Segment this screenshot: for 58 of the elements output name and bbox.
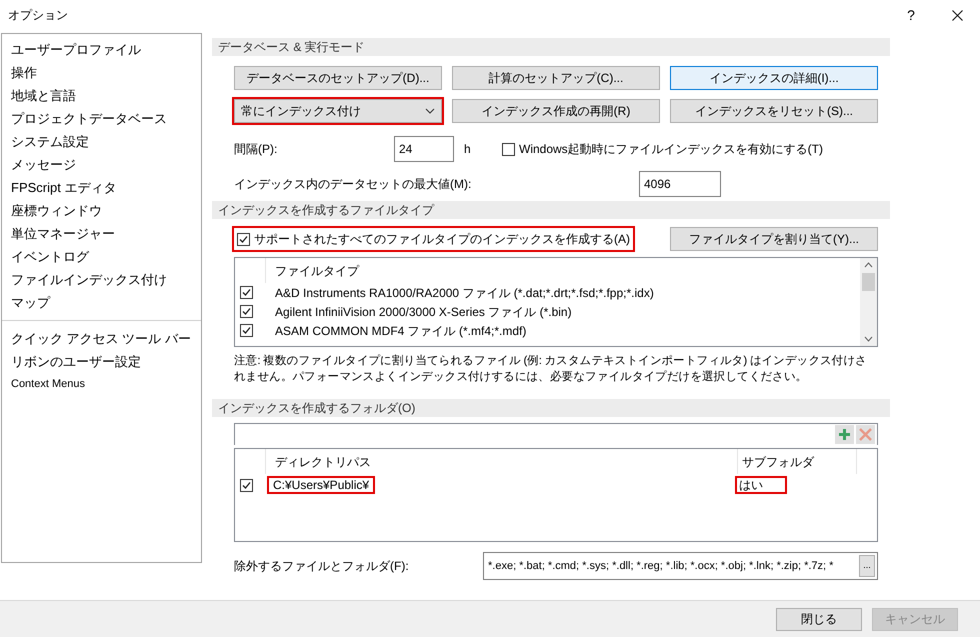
note-text: 注意: 複数のファイルタイプに割り当てられるファイル (例: カスタムテキストインポートフィルタ) はインデックス付けされません。パフォーマンスよくインデックス付けするには、必要なファイルタイプだけを選択してください。: [234, 353, 868, 385]
chevron-up-icon[interactable]: [864, 262, 873, 268]
section-header: インデックスを作成するファイルタイプ: [212, 201, 890, 219]
scrollbar[interactable]: [860, 258, 877, 346]
file-type-name: A&D Instruments RA1000/RA2000 ファイル (*.dat;*.drt;*.fsd;*.fpp;*.idx): [274, 284, 654, 302]
sidebar-item[interactable]: イベントログ: [2, 245, 201, 268]
scrollbar-thumb[interactable]: [862, 273, 875, 291]
sidebar-item[interactable]: Context Menus: [2, 373, 201, 396]
checkbox[interactable]: [240, 286, 253, 299]
interval-label: 間隔(P):: [234, 141, 278, 158]
sidebar-item[interactable]: FPScript エディタ: [2, 176, 201, 199]
button[interactable]: 計算のセットアップ(C)...: [452, 66, 660, 90]
sidebar-item[interactable]: 座標ウィンドウ: [2, 199, 201, 222]
chevron-down-icon[interactable]: [864, 336, 873, 342]
checkbox[interactable]: [237, 232, 250, 246]
column-header: サブフォルダ: [737, 449, 857, 474]
checkbox[interactable]: [240, 478, 253, 492]
column-header: ファイルタイプ: [274, 262, 359, 280]
exclude-field[interactable]: *.exe; *.bat; *.cmd; *.sys; *.dll; *.reg; *.lib; *.ocx; *.obj; *.lnk; *.zip; *.7z; * ...: [483, 552, 878, 580]
sidebar-item[interactable]: システム設定: [2, 130, 201, 153]
sidebar-item[interactable]: メッセージ: [2, 153, 201, 176]
file-type-name: Agilent InfiniiVision 2000/3000 X-Series ファイル (*.bin): [274, 304, 572, 320]
startup-label: Windows起動時にファイルインデックスを有効にする(T): [519, 141, 824, 158]
sidebar-item[interactable]: マップ: [2, 291, 201, 314]
button[interactable]: インデックス作成の再開(R): [452, 99, 660, 123]
directory-path: C:¥Users¥Public¥: [269, 478, 374, 492]
interval-field[interactable]: 24: [394, 136, 454, 162]
section-header: データベース & 実行モード: [212, 38, 890, 56]
max-datasets-field[interactable]: 4096: [639, 171, 721, 197]
help-button[interactable]: ?: [888, 0, 934, 30]
file-type-name: ASAM COMMON MDF4 ファイル (*.mf4;*.mdf): [274, 322, 526, 340]
unit-label: h: [464, 141, 472, 158]
checkbox[interactable]: [240, 305, 253, 318]
max-datasets-label: インデックス内のデータセットの最大値(M):: [234, 176, 472, 193]
exclude-label: 除外するファイルとフォルダ(F):: [234, 558, 410, 575]
column-header: ディレクトリパス: [274, 454, 372, 470]
section-header: インデックスを作成するフォルダ(O): [212, 399, 890, 417]
sidebar-item[interactable]: リボンのユーザー設定: [2, 350, 201, 373]
checkbox[interactable]: [240, 324, 253, 337]
window-title: オプション: [8, 7, 68, 24]
button[interactable]: インデックスをリセット(S)...: [670, 99, 878, 123]
subfolder-value: はい: [737, 478, 785, 492]
button[interactable]: データベースのセットアップ(D)...: [234, 66, 442, 90]
sidebar-item[interactable]: クイック アクセス ツール バー: [2, 327, 201, 350]
button[interactable]: インデックスの詳細(I)...: [670, 66, 878, 90]
checkbox[interactable]: [502, 142, 515, 156]
dialog-button[interactable]: 閉じる: [776, 608, 862, 630]
chevron-down-icon: [425, 108, 435, 114]
sidebar-item[interactable]: ユーザープロファイル: [2, 38, 201, 61]
all-types-label: サポートされたすべてのファイルタイプのインデックスを作成する(A): [254, 231, 630, 248]
mode-dropdown[interactable]: 常にインデックス付け: [234, 99, 442, 123]
browse-button[interactable]: ...: [859, 555, 875, 577]
sidebar-item[interactable]: 操作: [2, 61, 201, 84]
sidebar-item[interactable]: 単位マネージャー: [2, 222, 201, 245]
sidebar-item[interactable]: ファイルインデックス付け: [2, 268, 201, 291]
sidebar-item[interactable]: プロジェクトデータベース: [2, 107, 201, 130]
button[interactable]: ファイルタイプを割り当て(Y)...: [670, 227, 878, 251]
sidebar-item[interactable]: 地域と言語: [2, 84, 201, 107]
